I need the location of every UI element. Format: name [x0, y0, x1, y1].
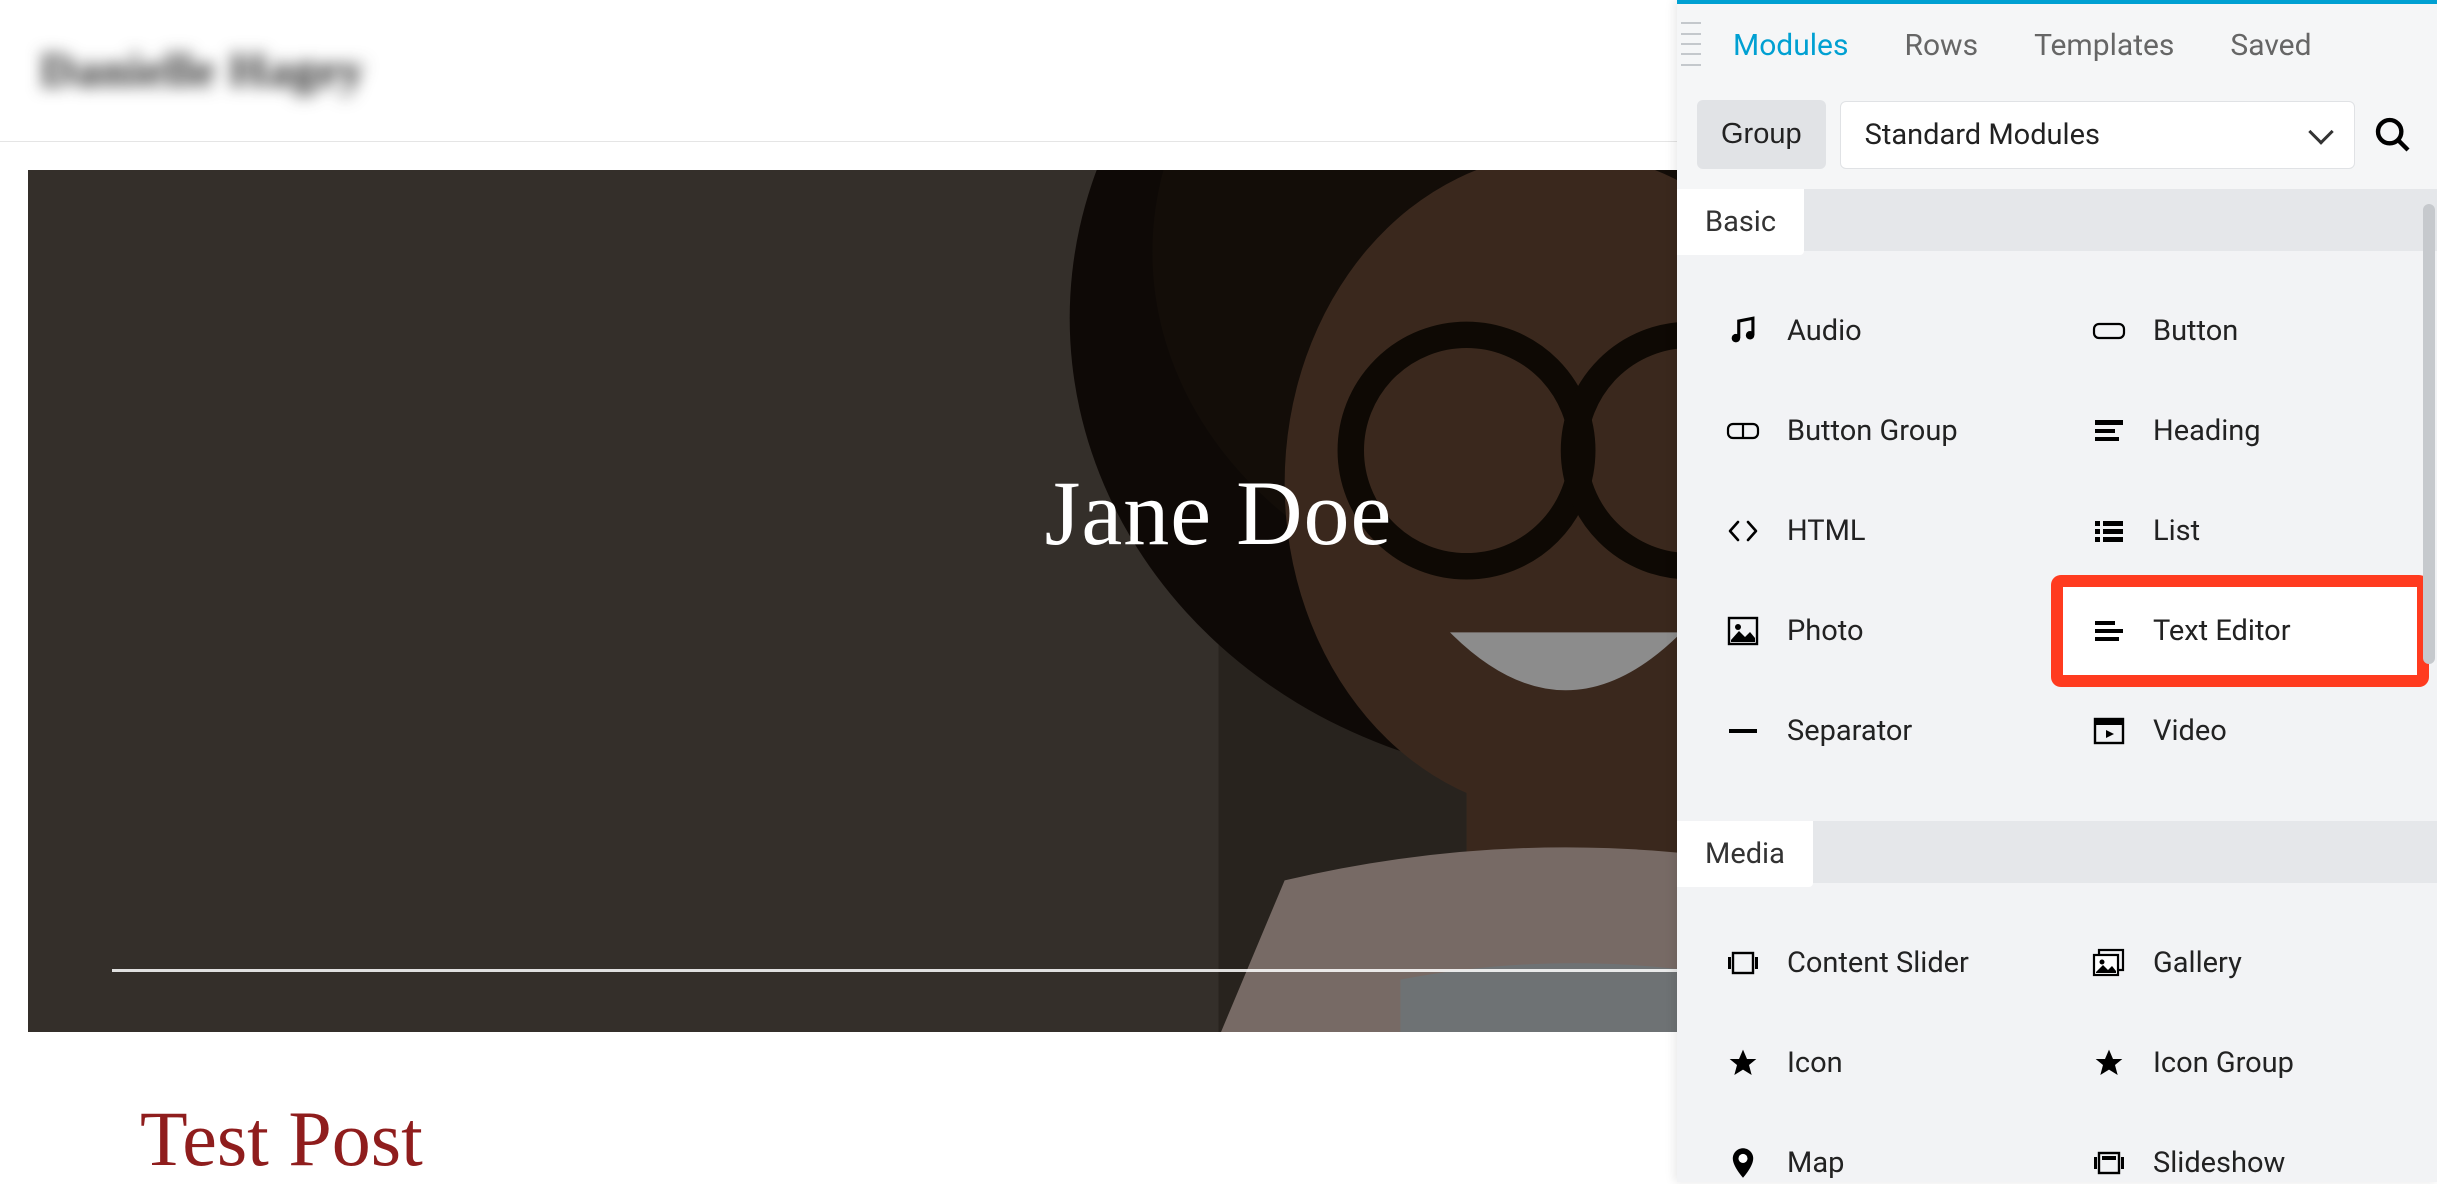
module-video[interactable]: Video: [2057, 681, 2423, 781]
section-basic-label: Basic: [1677, 189, 1804, 255]
module-label: Photo: [1787, 614, 1864, 648]
tab-templates[interactable]: Templates: [2034, 28, 2174, 83]
section-media-header: Media: [1677, 821, 2437, 883]
module-label: Slideshow: [2153, 1146, 2285, 1180]
content-slider-icon: [1725, 945, 1761, 981]
module-icon[interactable]: Icon: [1691, 1013, 2057, 1113]
module-label: Gallery: [2153, 946, 2242, 980]
panel-tabs: Modules Rows Templates Saved: [1677, 4, 2437, 100]
button-group-icon: [1725, 413, 1761, 449]
module-button[interactable]: Button: [2057, 281, 2423, 381]
section-media-label: Media: [1677, 821, 1813, 887]
module-label: Heading: [2153, 414, 2261, 448]
panel-toolbar: Group Standard Modules: [1677, 100, 2437, 189]
basic-modules: Audio Button Button Group Heading: [1677, 251, 2437, 821]
slideshow-icon: [2091, 1145, 2127, 1181]
hero-title: Jane Doe: [1045, 460, 1393, 566]
module-label: Map: [1787, 1146, 1844, 1180]
heading-icon: [2091, 413, 2127, 449]
module-label: Button: [2153, 314, 2238, 348]
map-pin-icon: [1725, 1145, 1761, 1181]
text-editor-icon: [2091, 613, 2127, 649]
site-logo[interactable]: Danielle Hagey: [40, 43, 365, 98]
module-group-select[interactable]: Standard Modules: [1840, 101, 2355, 169]
module-photo[interactable]: Photo: [1691, 581, 2057, 681]
search-icon: [2373, 115, 2413, 155]
star-icon: [1725, 1045, 1761, 1081]
module-label: Audio: [1787, 314, 1862, 348]
module-gallery[interactable]: Gallery: [2057, 913, 2423, 1013]
modules-scroll[interactable]: Basic Audio Button Button Group: [1677, 189, 2437, 1182]
module-content-slider[interactable]: Content Slider: [1691, 913, 2057, 1013]
module-text-editor[interactable]: Text Editor: [2057, 581, 2423, 681]
scrollbar[interactable]: [2423, 204, 2435, 664]
gallery-icon: [2091, 945, 2127, 981]
drag-handle-icon[interactable]: [1681, 18, 1701, 70]
module-label: List: [2153, 514, 2200, 548]
module-list[interactable]: List: [2057, 481, 2423, 581]
video-icon: [2091, 713, 2127, 749]
list-icon: [2091, 513, 2127, 549]
photo-icon: [1725, 613, 1761, 649]
chevron-down-icon: [2308, 119, 2333, 144]
module-label: Text Editor: [2153, 614, 2291, 648]
builder-panel: Modules Rows Templates Saved Group Stand…: [1677, 0, 2437, 1182]
module-label: Separator: [1787, 714, 1912, 748]
media-modules: Content Slider Gallery Icon Icon Group: [1677, 883, 2437, 1182]
section-basic-header: Basic: [1677, 189, 2437, 251]
select-value: Standard Modules: [1865, 118, 2100, 152]
module-label: Content Slider: [1787, 946, 1969, 980]
module-label: Icon: [1787, 1046, 1843, 1080]
module-label: HTML: [1787, 514, 1866, 548]
audio-icon: [1725, 313, 1761, 349]
module-slideshow[interactable]: Slideshow: [2057, 1113, 2423, 1182]
module-label: Button Group: [1787, 414, 1958, 448]
group-button[interactable]: Group: [1697, 100, 1826, 169]
module-map[interactable]: Map: [1691, 1113, 2057, 1182]
html-icon: [1725, 513, 1761, 549]
module-icon-group[interactable]: Icon Group: [2057, 1013, 2423, 1113]
module-heading[interactable]: Heading: [2057, 381, 2423, 481]
module-button-group[interactable]: Button Group: [1691, 381, 2057, 481]
star-icon: [2091, 1045, 2127, 1081]
tab-rows[interactable]: Rows: [1904, 28, 1978, 83]
button-icon: [2091, 313, 2127, 349]
module-html[interactable]: HTML: [1691, 481, 2057, 581]
tab-saved[interactable]: Saved: [2230, 28, 2311, 83]
module-label: Video: [2153, 714, 2227, 748]
module-audio[interactable]: Audio: [1691, 281, 2057, 381]
panel-pointer: [2261, 0, 2297, 4]
tab-modules[interactable]: Modules: [1733, 28, 1848, 83]
module-label: Icon Group: [2153, 1046, 2294, 1080]
module-separator[interactable]: Separator: [1691, 681, 2057, 781]
search-button[interactable]: [2369, 111, 2417, 159]
separator-icon: [1725, 713, 1761, 749]
